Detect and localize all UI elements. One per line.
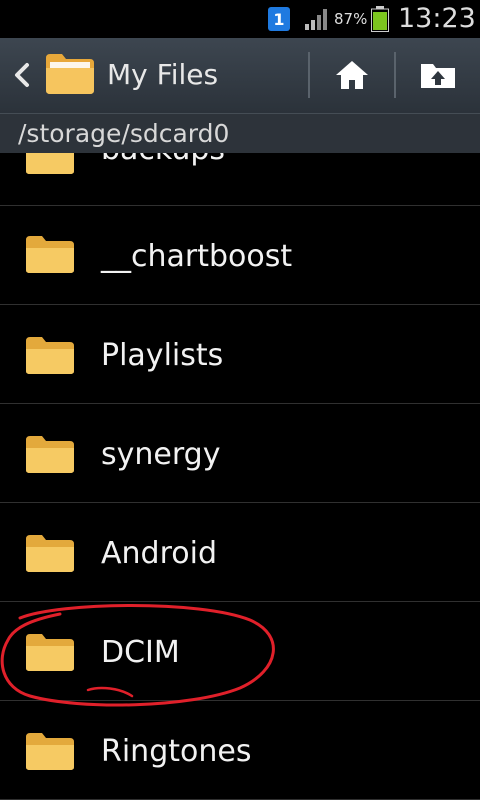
file-list: backups __chartboost Playlists synergy A… <box>0 153 480 800</box>
home-icon <box>336 61 368 89</box>
list-item[interactable]: DCIM <box>0 602 480 701</box>
list-item[interactable]: backups <box>0 153 480 206</box>
signal-icon <box>305 9 327 30</box>
list-item[interactable]: __chartboost <box>0 206 480 305</box>
list-item[interactable]: Android <box>0 503 480 602</box>
divider <box>308 52 310 98</box>
breadcrumb: /storage/sdcard0 <box>0 113 480 153</box>
file-name: backups <box>101 153 225 167</box>
divider <box>394 52 396 98</box>
folder-icon <box>26 634 74 671</box>
folder-icon <box>46 54 94 94</box>
notification-icon: 1 <box>268 7 290 31</box>
list-item[interactable]: synergy <box>0 404 480 503</box>
action-bar: My Files <box>0 38 480 113</box>
folder-icon <box>26 733 74 770</box>
notification-badge: 1 <box>273 9 285 29</box>
home-button[interactable] <box>322 50 382 100</box>
list-item[interactable]: Playlists <box>0 305 480 404</box>
upload-icon <box>421 64 455 88</box>
file-name: __chartboost <box>101 239 293 274</box>
status-bar: 1 87% 13:23 <box>0 0 480 38</box>
folder-icon <box>26 535 74 572</box>
clock: 13:23 <box>398 3 476 34</box>
file-name: Ringtones <box>101 734 252 769</box>
list-item[interactable]: Ringtones <box>0 701 480 800</box>
folder-icon <box>26 436 74 473</box>
file-name: Android <box>101 536 217 571</box>
app-title: My Files <box>107 58 219 91</box>
battery-percent: 87% <box>334 10 368 28</box>
folder-icon <box>26 337 74 374</box>
battery-icon <box>371 6 389 32</box>
back-chevron-icon[interactable] <box>12 60 32 90</box>
file-name: synergy <box>101 437 221 472</box>
folder-icon <box>26 236 74 273</box>
upload-button[interactable] <box>408 50 468 100</box>
file-name: DCIM <box>101 635 180 670</box>
file-name: Playlists <box>101 338 224 373</box>
path-text: /storage/sdcard0 <box>18 119 230 148</box>
folder-icon <box>26 153 74 174</box>
